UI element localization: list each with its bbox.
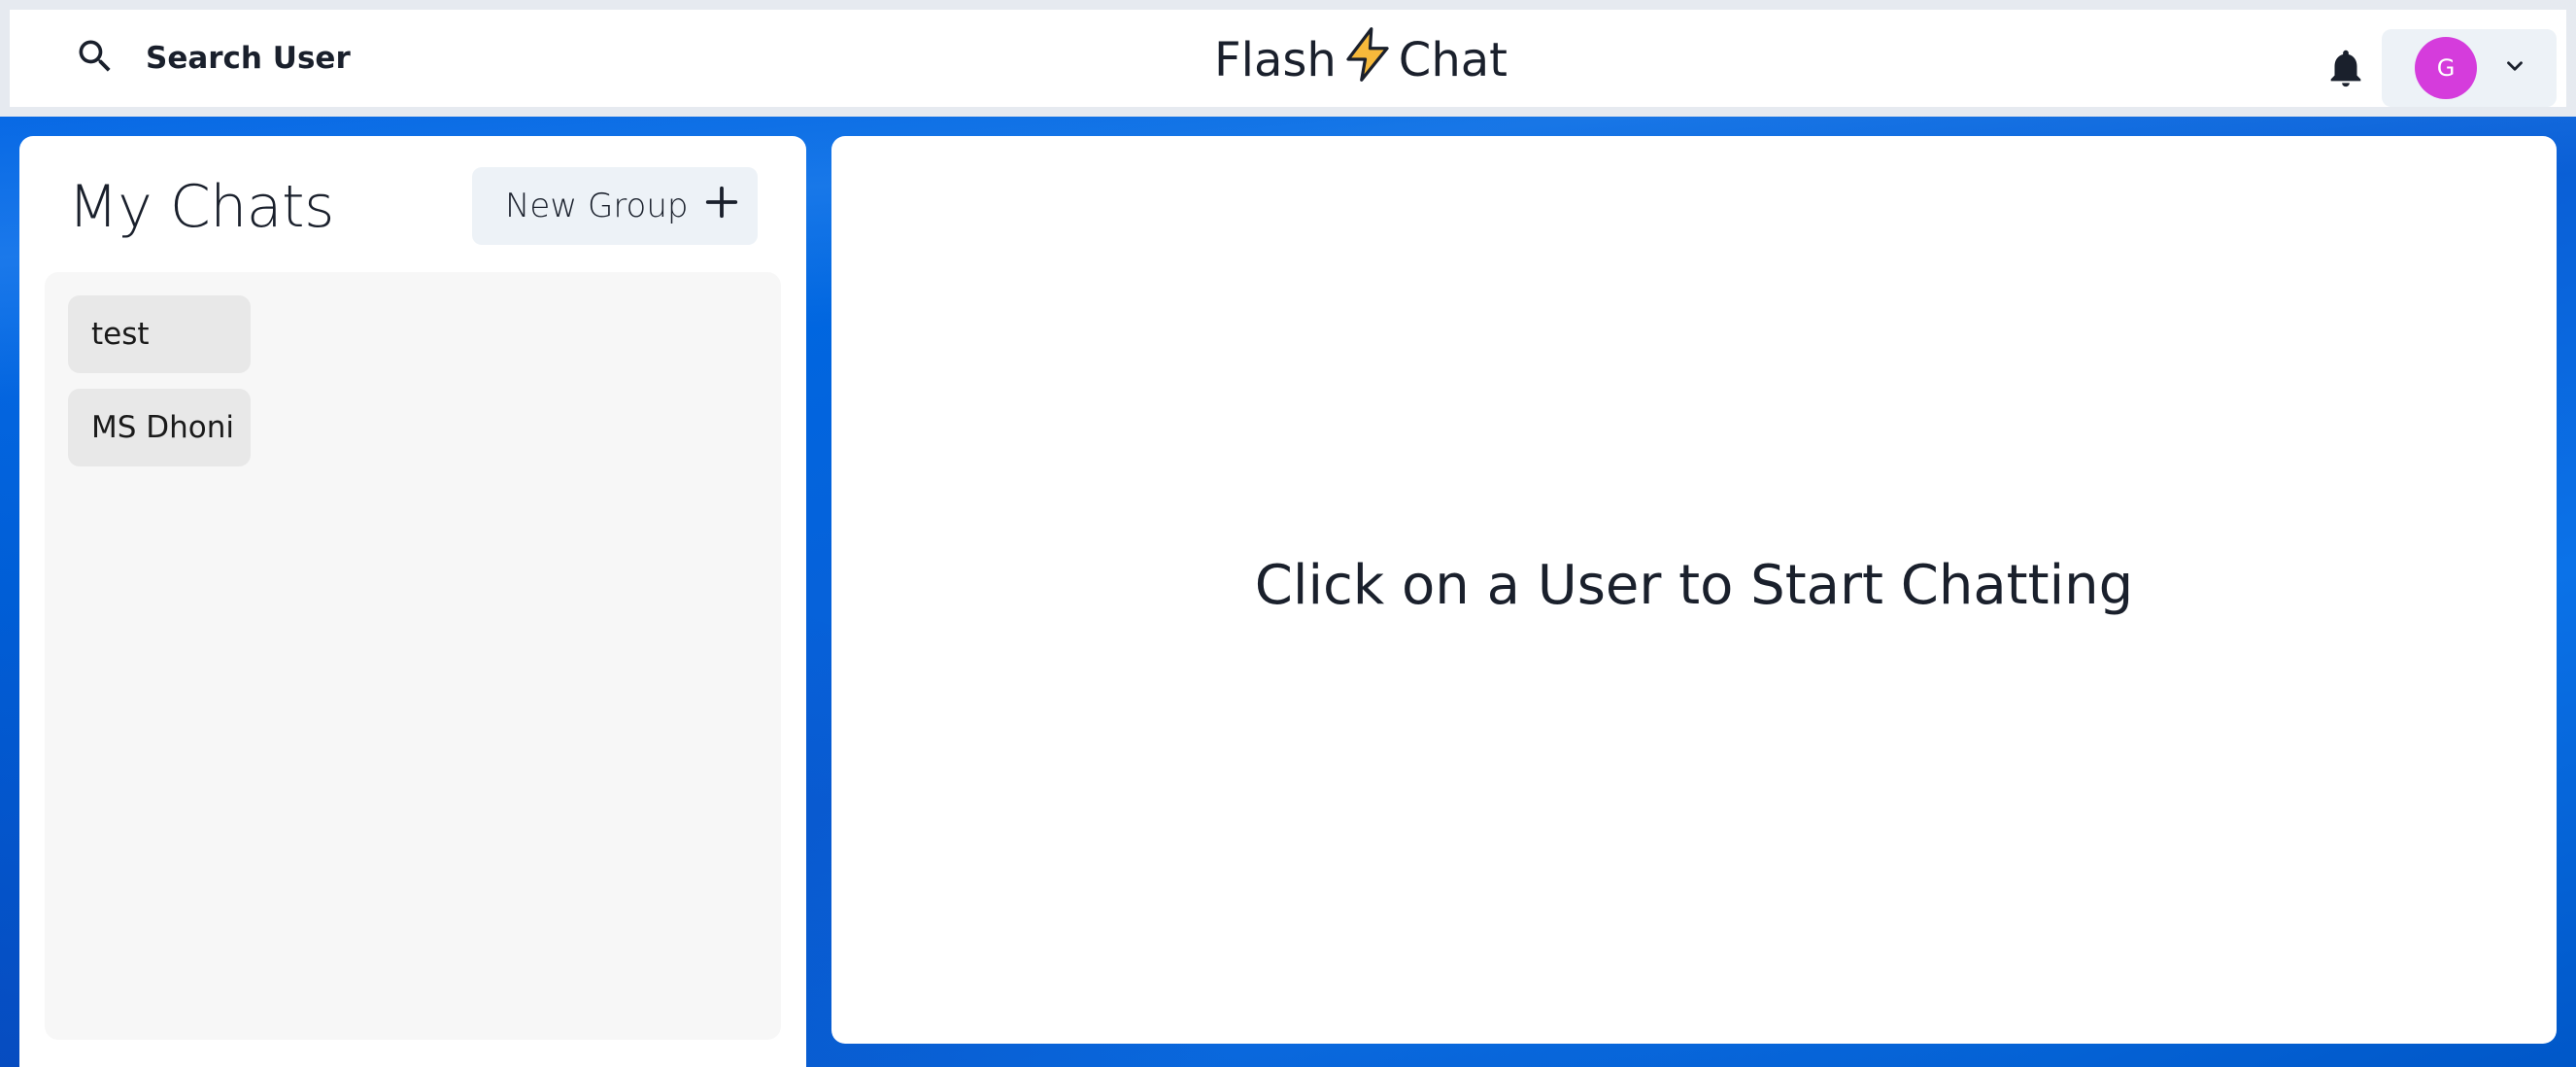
chevron-down-icon <box>2502 53 2527 84</box>
search-user-label: Search User <box>146 41 351 76</box>
my-chats-panel: My Chats New Group test MS Dhoni <box>19 136 806 1067</box>
profile-menu-button[interactable]: G <box>2382 29 2557 107</box>
chat-item-label: MS Dhoni <box>91 410 235 445</box>
search-user-button[interactable]: Search User <box>58 31 366 86</box>
chat-list-item[interactable]: test <box>68 295 251 373</box>
brand-text-chat: Chat <box>1398 33 1508 87</box>
search-icon <box>74 35 117 83</box>
bell-icon <box>2323 50 2368 95</box>
top-bar-inner: Search User Flash Chat G <box>10 10 2566 107</box>
avatar: G <box>2415 37 2477 99</box>
chat-placeholder-text: Click on a User to Start Chatting <box>1254 553 2134 617</box>
chat-box: Click on a User to Start Chatting <box>831 136 2557 1044</box>
chat-list-item[interactable]: MS Dhoni <box>68 389 251 466</box>
lightning-icon <box>1337 25 1399 95</box>
plus-icon <box>703 184 740 229</box>
notification-bell[interactable] <box>2323 45 2368 91</box>
app-brand: Flash Chat <box>1214 27 1508 89</box>
my-chats-title: My Chats <box>68 173 334 241</box>
new-group-button[interactable]: New Group <box>472 167 758 245</box>
chat-list: test MS Dhoni <box>45 272 781 1040</box>
top-bar: Search User Flash Chat G <box>0 0 2576 117</box>
avatar-initial: G <box>2436 54 2456 82</box>
chat-item-label: test <box>91 317 150 352</box>
brand-text-flash: Flash <box>1214 33 1337 87</box>
new-group-label: New Group <box>505 187 689 225</box>
